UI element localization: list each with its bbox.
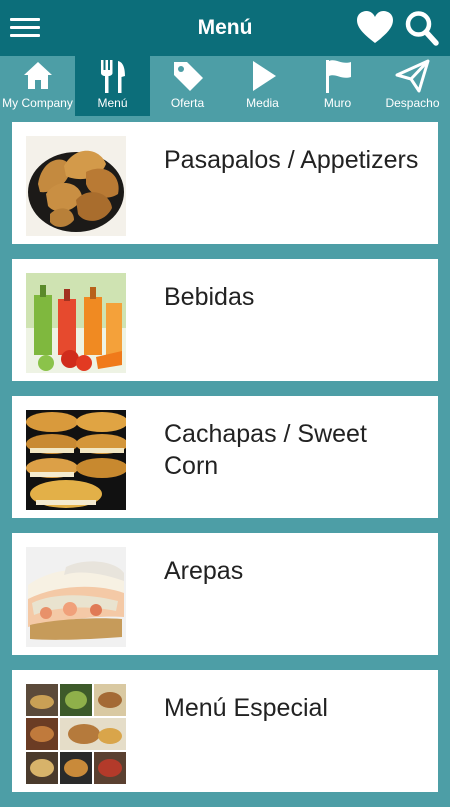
category-list: Pasapalos / Appetizers Bebidas Cachapas … (12, 122, 438, 807)
tab-bar: My Company Menú Oferta Media Muro Despac… (0, 56, 450, 116)
search-icon (405, 11, 439, 46)
menu-especial-image (26, 684, 126, 784)
category-name: Cachapas / Sweet Corn (164, 420, 367, 480)
search-button[interactable] (404, 9, 440, 47)
fork-knife-icon (100, 60, 125, 93)
tab-label: My Company (2, 96, 73, 110)
category-card-pasapalos[interactable]: Pasapalos / Appetizers (12, 122, 438, 244)
tab-muro[interactable]: Muro (300, 56, 375, 116)
category-card-bebidas[interactable]: Bebidas (12, 259, 438, 381)
tab-menu[interactable]: Menú (75, 56, 150, 116)
tab-oferta[interactable]: Oferta (150, 56, 225, 116)
tab-label: Media (246, 96, 279, 110)
pasapalos-image (26, 136, 126, 236)
category-name: Bebidas (164, 283, 255, 311)
category-card-menu-especial[interactable]: Menú Especial (12, 670, 438, 792)
category-name: Pasapalos / Appetizers (164, 146, 419, 174)
tab-label: Menú (97, 96, 128, 110)
category-name: Arepas (164, 557, 244, 585)
category-card-arepas[interactable]: Arepas (12, 533, 438, 655)
app-bar: Menú (0, 0, 450, 56)
cachapas-image (26, 410, 126, 510)
category-name: Menú Especial (164, 694, 328, 722)
tab-label: Oferta (170, 96, 205, 110)
send-icon (395, 59, 429, 93)
play-icon (252, 61, 276, 91)
arepas-image (26, 547, 126, 647)
favorites-button[interactable] (356, 10, 394, 46)
home-icon (23, 62, 52, 89)
heart-icon (357, 11, 393, 43)
tab-label: Despacho (385, 96, 440, 110)
category-card-cachapas[interactable]: Cachapas / Sweet Corn (12, 396, 438, 518)
bebidas-image (26, 273, 126, 373)
tab-label: Muro (323, 96, 352, 110)
tab-my-company[interactable]: My Company (0, 56, 75, 116)
tab-media[interactable]: Media (225, 56, 300, 116)
tab-despacho[interactable]: Despacho (375, 56, 450, 116)
tag-icon (173, 62, 203, 91)
flag-icon (325, 60, 351, 93)
